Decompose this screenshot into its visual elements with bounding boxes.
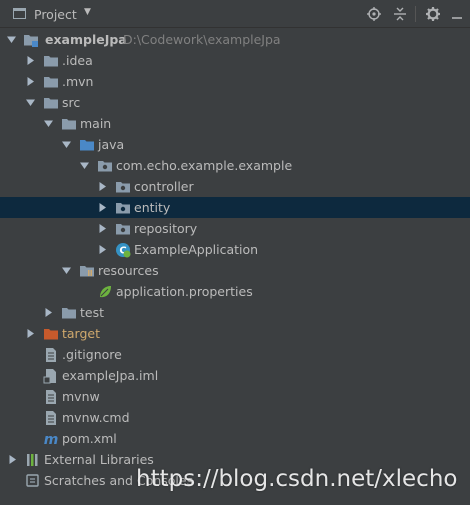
tree-root-path: D:\Codework\exampleJpa [123, 32, 281, 47]
text-file-icon [46, 348, 56, 362]
chevron-right-icon[interactable] [26, 56, 35, 65]
tree-node-entity[interactable]: entity [0, 197, 470, 218]
spring-leaf-icon [100, 286, 111, 298]
chevron-down-icon[interactable] [80, 161, 89, 170]
panel-dropdown-icon[interactable]: ▼ [84, 7, 91, 17]
tree-label-entity: entity [134, 200, 171, 215]
tree-label-gitignore: .gitignore [62, 347, 122, 362]
tree-node-test[interactable]: test [0, 302, 470, 323]
tree-label-pom: pom.xml [62, 431, 117, 446]
chevron-right-icon[interactable] [98, 182, 107, 191]
chevron-down-icon[interactable] [44, 119, 53, 128]
svg-text:m: m [44, 432, 59, 447]
package-icon [116, 203, 130, 214]
collapse-all-icon[interactable] [392, 6, 408, 22]
package-icon [116, 182, 130, 193]
tree-node-pom[interactable]: m pom.xml [0, 428, 470, 449]
watermark-text: https://blog.csdn.net/xlecho [136, 466, 458, 492]
tree-label-iml: exampleJpa.iml [62, 368, 159, 383]
tree-label-mvn: .mvn [62, 74, 94, 89]
tree-node-mvn[interactable]: .mvn [0, 71, 470, 92]
folder-icon [44, 98, 58, 109]
tree-label-root: exampleJpa [45, 32, 127, 47]
tree-node-root[interactable]: exampleJpa D:\Codework\exampleJpa [0, 29, 470, 50]
package-icon [98, 161, 112, 172]
maven-icon: m [44, 432, 59, 447]
folder-icon [62, 119, 76, 130]
hide-icon[interactable] [449, 6, 465, 22]
tree-node-resources[interactable]: resources [0, 260, 470, 281]
locate-icon[interactable] [366, 6, 382, 22]
module-file-icon [43, 369, 56, 384]
tree-node-java[interactable]: java [0, 134, 470, 155]
tree-node-idea[interactable]: .idea [0, 50, 470, 71]
chevron-right-icon[interactable] [26, 329, 35, 338]
chevron-right-icon[interactable] [98, 224, 107, 233]
tree-label-mvnw: mvnw [62, 389, 100, 404]
tree-node-package[interactable]: com.echo.example.example [0, 155, 470, 176]
tree-node-repository[interactable]: repository [0, 218, 470, 239]
project-tool-window-header: Project ▼ [0, 0, 470, 28]
text-file-icon [46, 411, 56, 425]
chevron-right-icon[interactable] [98, 245, 107, 254]
toolbar-separator [415, 6, 416, 22]
tree-label-main: main [80, 116, 112, 131]
tree-node-main[interactable]: main [0, 113, 470, 134]
library-icon [27, 454, 38, 466]
folder-icon [62, 308, 76, 319]
tree-label-mvnw-cmd: mvnw.cmd [62, 410, 130, 425]
chevron-down-icon[interactable] [26, 98, 35, 107]
panel-title[interactable]: Project [34, 7, 77, 22]
tree-label-repository: repository [134, 221, 198, 236]
spring-boot-class-icon: C [116, 243, 131, 258]
tree-node-gitignore[interactable]: .gitignore [0, 344, 470, 365]
resources-folder-icon [80, 266, 94, 277]
tree-label-src: src [62, 95, 81, 110]
tree-label-test: test [80, 305, 105, 320]
chevron-right-icon[interactable] [8, 455, 17, 464]
project-window-icon [13, 8, 26, 19]
tree-node-controller[interactable]: controller [0, 176, 470, 197]
tree-node-example-application[interactable]: C ExampleApplication [0, 239, 470, 260]
tree-label-target: target [62, 326, 101, 341]
tree-label-application-properties: application.properties [116, 284, 253, 299]
gear-icon[interactable] [425, 6, 441, 22]
tree-node-iml[interactable]: exampleJpa.iml [0, 365, 470, 386]
tree-node-src[interactable]: src [0, 92, 470, 113]
text-file-icon [46, 390, 56, 404]
scratches-icon [26, 474, 39, 487]
tree-node-application-properties[interactable]: application.properties [0, 281, 470, 302]
tree-label-resources: resources [98, 263, 159, 278]
tree-label-controller: controller [134, 179, 194, 194]
package-icon [116, 224, 130, 235]
tree-label-java: java [98, 137, 125, 152]
module-folder-icon [24, 35, 38, 47]
chevron-down-icon[interactable] [62, 140, 71, 149]
tree-node-target[interactable]: target [0, 323, 470, 344]
chevron-right-icon[interactable] [26, 77, 35, 86]
tree-label-package: com.echo.example.example [116, 158, 293, 173]
folder-icon [44, 56, 58, 67]
chevron-right-icon[interactable] [44, 308, 53, 317]
folder-icon [44, 77, 58, 88]
chevron-down-icon[interactable] [62, 266, 71, 275]
chevron-right-icon[interactable] [98, 203, 107, 212]
chevron-down-icon[interactable] [7, 35, 16, 44]
tree-node-mvnw[interactable]: mvnw [0, 386, 470, 407]
source-folder-icon [80, 140, 94, 151]
tree-label-example-application: ExampleApplication [134, 242, 259, 257]
tree-label-idea: .idea [62, 53, 93, 68]
tree-node-mvnw-cmd[interactable]: mvnw.cmd [0, 407, 470, 428]
excluded-folder-icon [44, 329, 58, 340]
